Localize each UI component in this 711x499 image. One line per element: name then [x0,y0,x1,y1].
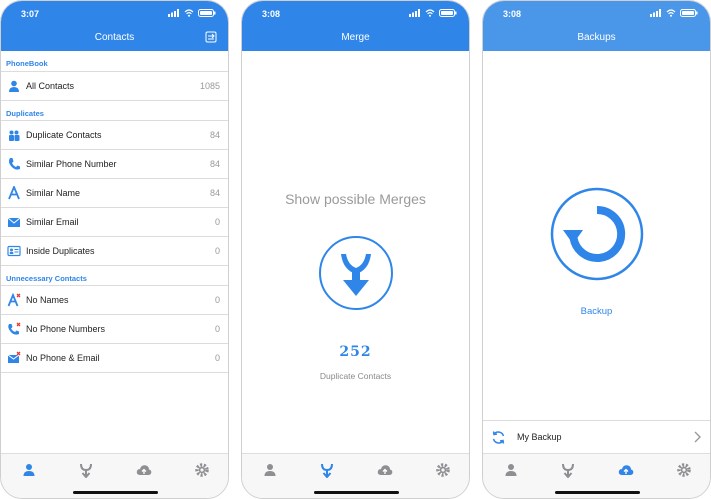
status-bar: 3:08 [483,1,710,27]
chevron-right-icon [694,431,701,443]
settings-tab-icon[interactable] [194,462,210,478]
contacts-tab-icon[interactable] [503,462,519,478]
duplicate-people-icon [9,130,20,141]
my-backup-label: My Backup [517,432,562,442]
my-backup-row[interactable]: My Backup [483,420,710,453]
row-no-phone-email[interactable]: No Phone & Email 0 [1,343,228,372]
contacts-tab-icon[interactable] [262,462,278,478]
row-label: All Contacts [26,81,75,91]
navigation-bar: 3:08 Merge [242,1,469,51]
row-count: 0 [214,246,220,256]
backup-button-icon[interactable] [549,186,645,282]
row-count: 0 [214,324,220,334]
merge-tab-icon[interactable] [560,462,576,478]
status-bar: 3:08 [242,1,469,27]
navigation-bar: 3:07 Contacts [1,1,228,51]
battery-icon [680,9,698,17]
refresh-icon [492,431,505,444]
wifi-icon [184,9,194,17]
merge-tab-icon[interactable] [319,462,335,478]
letter-a-icon [8,186,20,200]
row-label: Inside Duplicates [26,246,95,256]
home-indicator [73,491,158,494]
status-time: 3:08 [503,9,522,19]
status-time: 3:07 [21,9,40,19]
row-label: Similar Name [26,188,81,198]
backup-tab-icon[interactable] [618,462,634,478]
contact-card-icon [7,245,21,257]
status-bar: 3:07 [1,1,228,27]
page-title: Merge [341,32,370,43]
merge-screen: 3:08 Merge Show possible Merges 252 Dupl… [241,0,470,499]
row-count: 0 [214,217,220,227]
backup-label[interactable]: Backup [483,306,710,317]
section-header-phonebook: PhoneBook [6,59,48,68]
page-title: Backups [577,32,616,43]
row-label: Similar Phone Number [26,159,117,169]
section-header-unnecessary: Unnecessary Contacts [1,265,228,285]
row-no-phone-numbers[interactable]: No Phone Numbers 0 [1,314,228,343]
battery-icon [198,9,216,17]
row-count: 84 [209,188,220,198]
row-count: 84 [209,130,220,140]
row-inside-duplicates[interactable]: Inside Duplicates 0 [1,236,228,265]
row-count: 84 [209,159,220,169]
section-header-duplicates: Duplicates [1,100,228,120]
row-similar-phone-number[interactable]: Similar Phone Number 84 [1,149,228,178]
wifi-icon [425,9,435,17]
row-no-names[interactable]: No Names 0 [1,285,228,314]
navigation-bar: 3:08 Backups [483,1,710,51]
envelope-x-icon [7,351,21,363]
row-label: Similar Email [26,217,79,227]
wifi-icon [666,9,676,17]
contacts-tab-icon[interactable] [21,462,37,478]
row-all-contacts[interactable]: All Contacts 1085 [1,71,228,100]
letter-a-x-icon [7,293,21,307]
backup-tab-icon[interactable] [136,462,152,478]
backup-tab-icon[interactable] [377,462,393,478]
duplicate-count: 252 [339,344,372,360]
contacts-screen: 3:07 Contacts PhoneBook All Contacts 108… [0,0,229,499]
row-count: 0 [214,295,220,305]
row-label: No Phone & Email [26,353,100,363]
status-icons [650,9,698,17]
settings-tab-icon[interactable] [676,462,692,478]
row-similar-email[interactable]: Similar Email 0 [1,207,228,236]
sync-contacts-icon[interactable] [204,30,218,44]
phone-x-icon [8,322,21,335]
merge-button-icon[interactable] [317,234,395,312]
row-similar-name[interactable]: Similar Name 84 [1,178,228,207]
person-icon [9,80,19,92]
envelope-icon [7,217,21,227]
home-indicator [314,491,399,494]
home-indicator [555,491,640,494]
signal-icon [409,9,420,17]
row-divider [1,372,228,373]
merge-tab-icon[interactable] [78,462,94,478]
status-icons [409,9,457,17]
phone-icon [8,158,20,170]
row-count: 1085 [199,81,220,91]
signal-icon [168,9,179,17]
row-label: No Phone Numbers [26,324,106,334]
settings-tab-icon[interactable] [435,462,451,478]
duplicate-count-label: Duplicate Contacts [319,371,392,381]
status-icons [168,9,216,17]
status-time: 3:08 [262,9,281,19]
backups-screen: 3:08 Backups Backup My Backup [482,0,711,499]
row-count: 0 [214,353,220,363]
signal-icon [650,9,661,17]
battery-icon [439,9,457,17]
row-label: No Names [26,295,69,305]
show-merges-prompt: Show possible Merges [285,191,426,207]
row-label: Duplicate Contacts [26,130,102,140]
page-title: Contacts [94,32,135,43]
row-duplicate-contacts[interactable]: Duplicate Contacts 84 [1,120,228,149]
